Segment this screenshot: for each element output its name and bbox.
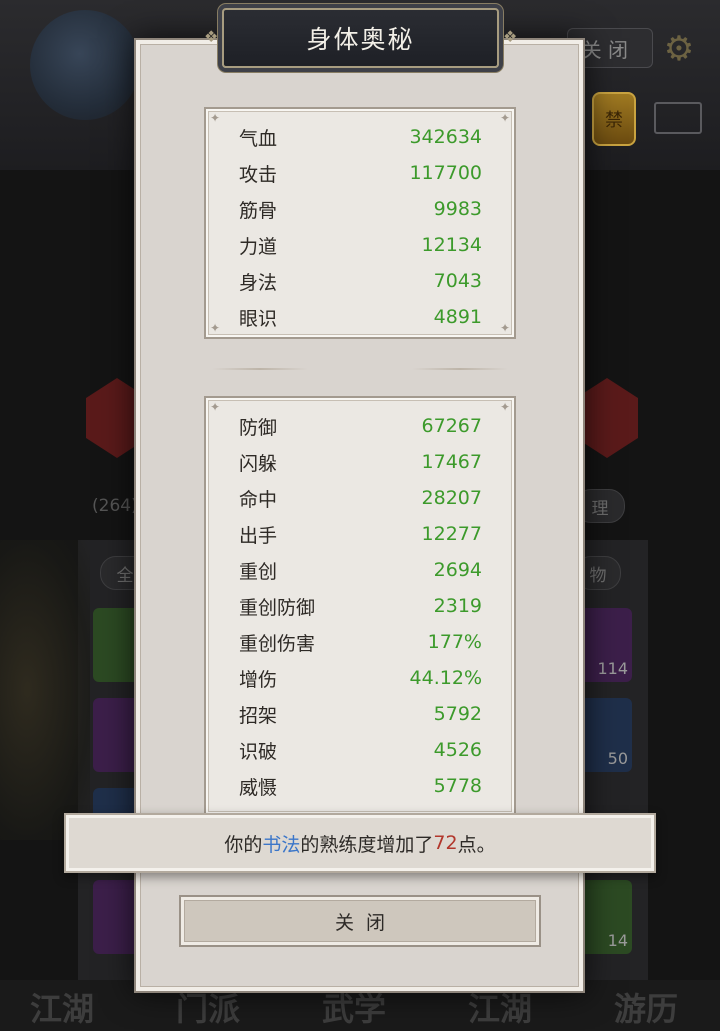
stat-value: 342634 bbox=[409, 126, 482, 148]
stat-label: 增伤 bbox=[239, 668, 278, 691]
stat-label: 出手 bbox=[239, 524, 278, 547]
stat-value: 7043 bbox=[433, 270, 482, 292]
stat-label: 气血 bbox=[239, 127, 278, 150]
stat-label: 力道 bbox=[239, 235, 278, 258]
stat-value: 67267 bbox=[421, 415, 482, 437]
stat-value: 17467 bbox=[421, 451, 482, 473]
stat-value: 44.12% bbox=[409, 667, 482, 689]
stat-row: 威慑 5778 bbox=[239, 768, 482, 804]
corner-ornament-icon: ✦ bbox=[499, 321, 511, 335]
stat-value: 9983 bbox=[433, 198, 482, 220]
forbidden-badge-icon: 禁 bbox=[592, 92, 636, 146]
stat-label: 威慑 bbox=[239, 776, 278, 799]
stat-row: 招架 5792 bbox=[239, 696, 482, 732]
stat-label: 身法 bbox=[239, 271, 278, 294]
gear-icon: ⚙ bbox=[663, 29, 695, 69]
stat-row: 力道 12134 bbox=[239, 227, 482, 263]
stat-row: 出手 12277 bbox=[239, 516, 482, 552]
toast-skill-name: 书法 bbox=[262, 833, 301, 856]
stat-row: 闪躲 17467 bbox=[239, 444, 482, 480]
stat-row: 防御 67267 bbox=[239, 408, 482, 444]
stat-label: 攻击 bbox=[239, 163, 278, 186]
stat-label: 招架 bbox=[239, 704, 278, 727]
stat-value: 4891 bbox=[433, 306, 482, 328]
title-ornament-icon: ❖ bbox=[204, 27, 219, 46]
stat-row: 气血 342634 bbox=[239, 119, 482, 155]
stat-row: 命中 28207 bbox=[239, 480, 482, 516]
stat-value: 2319 bbox=[433, 595, 482, 617]
stat-label: 重创防御 bbox=[239, 596, 316, 619]
toast-suffix: 点。 bbox=[457, 833, 496, 856]
close-button[interactable]: 关闭 bbox=[179, 895, 541, 947]
secondary-stats-panel[interactable]: ✦ ✦ 防御 67267 闪躲 17467 命中 28207 出手 12277 重创 2694 重创… bbox=[204, 396, 516, 816]
stat-row: 身法 7043 bbox=[239, 263, 482, 299]
section-divider bbox=[212, 366, 508, 372]
primary-stats-panel: ✦ ✦ ✦ ✦ 气血 342634 攻击 117700 筋骨 9983 力道 12134 身法 7… bbox=[204, 107, 516, 339]
equipment-hex-right bbox=[576, 378, 638, 458]
corner-ornament-icon: ✦ bbox=[499, 400, 511, 414]
stat-label: 命中 bbox=[239, 488, 278, 511]
stat-value: 5792 bbox=[433, 703, 482, 725]
mail-icon bbox=[654, 102, 702, 134]
stat-label: 筋骨 bbox=[239, 199, 278, 222]
stat-label: 眼识 bbox=[239, 307, 278, 330]
primary-stat-list: 气血 342634 攻击 117700 筋骨 9983 力道 12134 身法 7043 眼识 489… bbox=[239, 119, 482, 335]
nav-item: 游历 bbox=[614, 990, 679, 1028]
stat-row: 筋骨 9983 bbox=[239, 191, 482, 227]
tree-decoration bbox=[0, 540, 90, 840]
stat-value: 28207 bbox=[421, 487, 482, 509]
stat-value: 177% bbox=[427, 631, 482, 653]
stat-row: 增伤 44.12% bbox=[239, 660, 482, 696]
dialog-title: 身体奥秘 bbox=[306, 25, 415, 54]
dialog-title-bar: 身体奥秘 bbox=[222, 8, 499, 68]
inventory-count: (264) bbox=[92, 496, 138, 516]
stat-row: 重创防御 2319 bbox=[239, 588, 482, 624]
stat-value: 12134 bbox=[421, 234, 482, 256]
stat-label: 识破 bbox=[239, 740, 278, 763]
stat-value: 2694 bbox=[433, 559, 482, 581]
stat-value: 12277 bbox=[421, 523, 482, 545]
corner-ornament-icon: ✦ bbox=[209, 111, 221, 125]
secondary-stat-list: 防御 67267 闪躲 17467 命中 28207 出手 12277 重创 2694 重创防御 23… bbox=[239, 408, 482, 804]
stat-row: 重创 2694 bbox=[239, 552, 482, 588]
toast-prefix: 你的 bbox=[224, 833, 263, 856]
stat-label: 重创 bbox=[239, 560, 278, 583]
toast-middle: 的熟练度增加了 bbox=[300, 833, 434, 856]
corner-ornament-icon: ✦ bbox=[499, 111, 511, 125]
toast-amount: 72 bbox=[433, 832, 458, 854]
stat-value: 117700 bbox=[409, 162, 482, 184]
toast-notification: 你的 书法 的熟练度增加了 72 点。 bbox=[64, 813, 656, 873]
stat-label: 闪躲 bbox=[239, 452, 278, 475]
stat-row: 眼识 4891 bbox=[239, 299, 482, 335]
stat-label: 防御 bbox=[239, 416, 278, 439]
corner-ornament-icon: ✦ bbox=[209, 400, 221, 414]
stat-label: 重创伤害 bbox=[239, 632, 316, 655]
stat-row: 重创伤害 177% bbox=[239, 624, 482, 660]
nav-item: 江湖 bbox=[30, 990, 95, 1028]
stat-row: 攻击 117700 bbox=[239, 155, 482, 191]
avatar-orb bbox=[30, 10, 140, 120]
inventory-slot: 50 bbox=[580, 698, 632, 772]
corner-ornament-icon: ✦ bbox=[209, 321, 221, 335]
title-ornament-icon: ❖ bbox=[503, 27, 518, 46]
stat-value: 4526 bbox=[433, 739, 482, 761]
inventory-slot: 114 bbox=[580, 608, 632, 682]
stat-row: 识破 4526 bbox=[239, 732, 482, 768]
stat-value: 5778 bbox=[433, 775, 482, 797]
inventory-slot: 14 bbox=[580, 880, 632, 954]
